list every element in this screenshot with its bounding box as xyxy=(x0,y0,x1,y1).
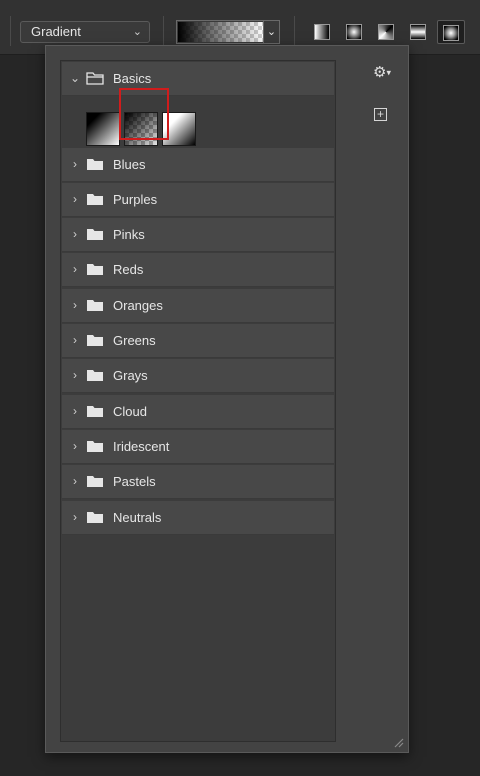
group-row-neutrals[interactable]: › Neutrals xyxy=(62,501,334,535)
group-row-grays[interactable]: › Grays xyxy=(62,359,334,393)
radial-gradient-button[interactable] xyxy=(342,20,366,44)
chevron-right-icon[interactable]: › xyxy=(70,227,80,241)
chevron-right-icon[interactable]: › xyxy=(70,474,80,488)
chevron-down-icon[interactable]: ⌄ xyxy=(70,71,80,85)
group-row-pastels[interactable]: › Pastels xyxy=(62,465,334,499)
chevron-right-icon[interactable]: › xyxy=(70,510,80,524)
group-row-reds[interactable]: › Reds xyxy=(62,253,334,287)
chevron-right-icon[interactable]: › xyxy=(70,404,80,418)
group-label: Cloud xyxy=(113,404,147,419)
gradient-groups-list[interactable]: ⌄ Basics › Blues › Purples › Pinks › Red… xyxy=(60,60,336,742)
folder-icon xyxy=(87,370,103,381)
gradient-swatch-foreground-to-background[interactable] xyxy=(86,112,120,146)
diamond-gradient-icon xyxy=(443,25,459,41)
group-row-oranges[interactable]: › Oranges xyxy=(62,289,334,323)
angle-gradient-icon xyxy=(378,24,394,40)
gear-icon: ⚙ xyxy=(373,64,387,81)
folder-icon xyxy=(87,264,103,275)
mode-select-label: Gradient xyxy=(31,24,81,39)
gear-menu-button[interactable]: ⚙▾ xyxy=(373,63,391,81)
resize-grip-icon[interactable] xyxy=(392,736,404,748)
reflected-gradient-button[interactable] xyxy=(406,20,430,44)
group-label: Pinks xyxy=(113,227,145,242)
folder-icon xyxy=(87,194,103,205)
divider xyxy=(294,16,295,46)
group-row-iridescent[interactable]: › Iridescent xyxy=(62,430,334,464)
folder-icon xyxy=(87,476,103,487)
group-row-basics[interactable]: ⌄ Basics xyxy=(62,62,334,96)
folder-icon xyxy=(87,441,103,452)
gradient-preview[interactable] xyxy=(178,22,264,42)
radial-gradient-icon xyxy=(346,24,362,40)
gradient-picker-panel: ⌄ Basics › Blues › Purples › Pinks › Red… xyxy=(45,45,409,753)
group-row-blues[interactable]: › Blues xyxy=(62,148,334,182)
reflected-gradient-icon xyxy=(410,24,426,40)
basics-swatches xyxy=(62,110,334,148)
group-label: Blues xyxy=(113,157,146,172)
linear-gradient-button[interactable] xyxy=(310,20,334,44)
group-label: Basics xyxy=(113,71,152,86)
group-row-purples[interactable]: › Purples xyxy=(62,183,334,217)
gradient-picker[interactable]: ⌄ xyxy=(176,20,280,44)
group-row-cloud[interactable]: › Cloud xyxy=(62,395,334,429)
group-row-greens[interactable]: › Greens xyxy=(62,324,334,358)
gradient-dropdown-button[interactable]: ⌄ xyxy=(263,21,279,43)
group-label: Purples xyxy=(113,192,158,207)
chevron-right-icon[interactable]: › xyxy=(70,439,80,453)
group-label: Iridescent xyxy=(113,439,170,454)
chevron-down-icon: ⌄ xyxy=(132,26,142,38)
divider xyxy=(10,16,11,46)
chevron-down-icon: ⌄ xyxy=(266,26,277,38)
folder-icon xyxy=(87,300,103,311)
folder-icon xyxy=(87,406,103,417)
chevron-right-icon[interactable]: › xyxy=(70,298,80,312)
folder-open-icon xyxy=(86,72,104,85)
selected-swatch-highlight xyxy=(119,88,169,140)
chevron-right-icon[interactable]: › xyxy=(70,368,80,382)
new-preset-button[interactable]: + xyxy=(374,108,387,121)
group-label: Reds xyxy=(113,262,144,277)
chevron-down-icon: ▾ xyxy=(386,67,391,78)
chevron-right-icon[interactable]: › xyxy=(70,157,80,171)
plus-icon: + xyxy=(376,107,384,121)
folder-icon xyxy=(87,229,103,240)
chevron-right-icon[interactable]: › xyxy=(70,333,80,347)
linear-gradient-icon xyxy=(314,24,330,40)
chevron-right-icon[interactable]: › xyxy=(70,192,80,206)
group-label: Greens xyxy=(113,333,156,348)
group-row-pinks[interactable]: › Pinks xyxy=(62,218,334,252)
folder-icon xyxy=(87,512,103,523)
angle-gradient-button[interactable] xyxy=(374,20,398,44)
divider xyxy=(163,16,164,46)
mode-select[interactable]: Gradient ⌄ xyxy=(20,21,150,43)
folder-icon xyxy=(87,159,103,170)
group-label: Pastels xyxy=(113,474,156,489)
diamond-gradient-button[interactable] xyxy=(437,20,465,44)
group-label: Oranges xyxy=(113,298,163,313)
folder-icon xyxy=(87,335,103,346)
group-label: Grays xyxy=(113,368,148,383)
group-label: Neutrals xyxy=(113,510,162,525)
chevron-right-icon[interactable]: › xyxy=(70,262,80,276)
